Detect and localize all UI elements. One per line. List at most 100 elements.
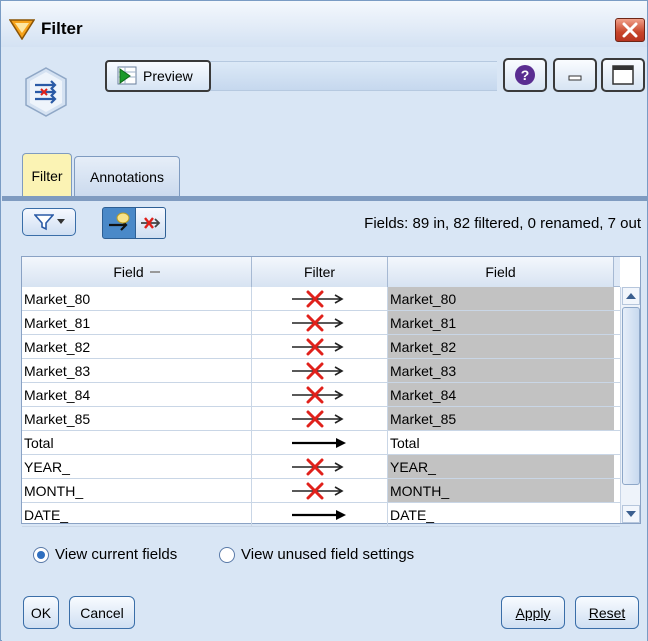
filter-mode-toggle [102, 207, 166, 239]
output-field-cell[interactable]: Total [388, 431, 614, 454]
filter-toggle-cell[interactable] [252, 407, 388, 430]
column-header-label: Filter [303, 264, 336, 280]
filter-remove-arrow-icon [291, 458, 344, 475]
column-header-label: Field [485, 264, 516, 280]
minimize-button[interactable] [553, 58, 597, 92]
filter-pass-arrow-icon [291, 437, 346, 448]
table-row[interactable]: Market_83 Market_83 [22, 359, 620, 383]
input-field-cell: Market_85 [22, 407, 252, 430]
view-unused-fields-option[interactable]: View unused field settings [219, 546, 414, 563]
filter-toggle-cell[interactable] [252, 359, 388, 382]
tab-annotations-label: Annotations [90, 168, 164, 185]
filter-pass-arrow-icon [291, 509, 346, 520]
filter-remove-arrow-icon [291, 362, 344, 379]
scroll-thumb[interactable] [622, 307, 640, 485]
column-header-label: Field [113, 264, 144, 280]
vertical-scrollbar[interactable] [620, 287, 640, 523]
filter-toggle-cell[interactable] [252, 311, 388, 334]
input-field-cell: DATE_ [22, 503, 252, 526]
close-icon [622, 22, 638, 38]
input-field-cell: Market_83 [22, 359, 252, 382]
output-field-cell[interactable]: DATE_ [388, 503, 614, 526]
cancel-button[interactable]: Cancel [69, 596, 135, 629]
filter-remove-arrow-icon [291, 338, 344, 355]
filter-toggle-cell[interactable] [252, 479, 388, 502]
tab-filter[interactable]: Filter [22, 153, 72, 197]
ok-button[interactable]: OK [23, 596, 59, 629]
column-header-output-field[interactable]: Field [388, 257, 614, 287]
scroll-up-button[interactable] [622, 287, 640, 305]
chevron-down-icon [626, 511, 636, 517]
filter-toggle-cell[interactable] [252, 455, 388, 478]
column-header-input-field[interactable]: Field [22, 257, 252, 287]
close-button[interactable] [615, 18, 645, 42]
preview-button[interactable]: Preview [105, 60, 211, 92]
output-field-cell[interactable]: Market_81 [388, 311, 614, 334]
funnel-dropdown-button[interactable] [22, 208, 76, 236]
ok-label: OK [30, 604, 52, 621]
filter-remove-arrow-icon [291, 410, 344, 427]
filter-node-icon [25, 67, 67, 117]
apply-button[interactable]: Apply [501, 596, 565, 629]
filter-node-title-icon [9, 19, 35, 40]
filter-toggle-cell[interactable] [252, 335, 388, 358]
filter-remove-arrow-icon [291, 386, 344, 403]
table-row[interactable]: Market_81 Market_81 [22, 311, 620, 335]
view-current-fields-option[interactable]: View current fields [33, 546, 177, 563]
toolbar-strip [209, 61, 497, 91]
table-row[interactable]: Market_80 Market_80 [22, 287, 620, 311]
preview-icon [117, 66, 137, 85]
sort-indicator-icon [149, 271, 160, 273]
input-field-cell: Market_81 [22, 311, 252, 334]
input-field-cell: Market_82 [22, 335, 252, 358]
table-row[interactable]: YEAR_ YEAR_ [22, 455, 620, 479]
filter-remove-arrow-icon [291, 482, 344, 499]
table-row[interactable]: MONTH_ MONTH_ [22, 479, 620, 503]
filter-remove-arrow-icon [291, 314, 344, 331]
reset-button[interactable]: Reset [575, 596, 639, 629]
filter-dialog: Filter Preview ? Annotations Filter Fiel… [0, 0, 648, 641]
output-field-cell[interactable]: Market_82 [388, 335, 614, 358]
scroll-down-button[interactable] [622, 505, 640, 523]
radio-unselected-icon[interactable] [219, 546, 235, 563]
chevron-up-icon [626, 293, 636, 299]
table-row[interactable]: Market_84 Market_84 [22, 383, 620, 407]
fields-summary: Fields: 89 in, 82 filtered, 0 renamed, 7… [364, 215, 641, 232]
maximize-icon [612, 65, 634, 85]
minimize-icon [568, 75, 582, 81]
remove-fields-button[interactable] [136, 207, 166, 239]
column-header-filter[interactable]: Filter [252, 257, 388, 287]
table-header: Field Filter Field [22, 257, 620, 287]
filter-toggle-cell[interactable] [252, 503, 388, 526]
help-button[interactable]: ? [503, 58, 547, 92]
pass-fields-icon [109, 212, 130, 231]
output-field-cell[interactable]: Market_83 [388, 359, 614, 382]
funnel-dropdown-icon [33, 214, 54, 231]
output-field-cell[interactable]: YEAR_ [388, 455, 614, 478]
tab-annotations[interactable]: Annotations [74, 156, 180, 196]
input-field-cell: Market_80 [22, 287, 252, 310]
pass-fields-button[interactable] [102, 207, 136, 239]
radio-selected-icon[interactable] [33, 546, 49, 563]
filter-toggle-cell[interactable] [252, 383, 388, 406]
filter-toggle-cell[interactable] [252, 287, 388, 310]
table-row[interactable]: Market_85 Market_85 [22, 407, 620, 431]
table-row[interactable]: Total Total [22, 431, 620, 455]
cancel-label: Cancel [80, 604, 124, 621]
chevron-down-icon [56, 219, 65, 224]
table-row[interactable]: DATE_ DATE_ [22, 503, 620, 527]
filter-remove-arrow-icon [291, 290, 344, 307]
title-bar: Filter [1, 1, 647, 47]
maximize-button[interactable] [601, 58, 645, 92]
preview-label: Preview [143, 68, 193, 84]
output-field-cell[interactable]: MONTH_ [388, 479, 614, 502]
filter-toggle-cell[interactable] [252, 431, 388, 454]
table-row[interactable]: Market_82 Market_82 [22, 335, 620, 359]
output-field-cell[interactable]: Market_80 [388, 287, 614, 310]
window-title: Filter [41, 19, 83, 38]
output-field-cell[interactable]: Market_84 [388, 383, 614, 406]
output-field-cell[interactable]: Market_85 [388, 407, 614, 430]
reset-label: Reset [588, 604, 626, 621]
field-filter-table: Field Filter Field Market_80 Market_80 Mar… [21, 256, 641, 527]
view-current-fields-label: View current fields [55, 546, 178, 563]
